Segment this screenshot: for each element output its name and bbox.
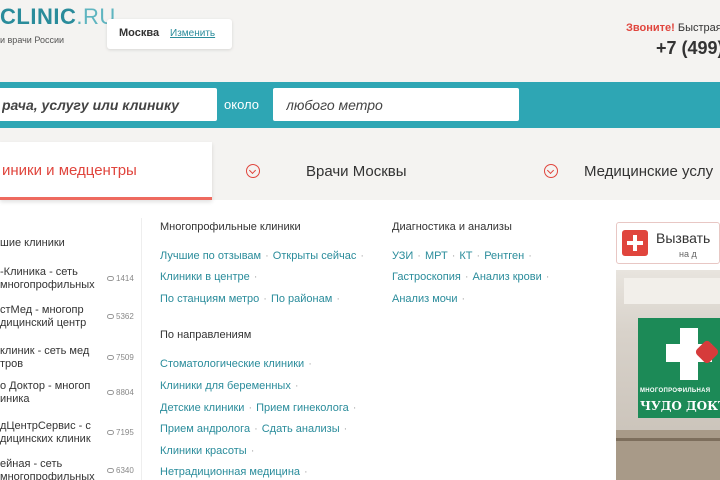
review-count: 8804 [107,388,134,397]
change-city-link[interactable]: Изменить [170,28,215,39]
link-by-metro[interactable]: По станциям метро [160,293,259,305]
tab-clinics-label: иники и медцентры [2,162,137,179]
call-doctor-sublabel: на д [679,249,697,259]
link-xray[interactable]: Рентген [484,250,524,262]
link-ultrasound[interactable]: УЗИ [392,250,413,262]
link-pregnancy[interactable]: Клиники для беременных [160,380,291,392]
plus-icon [622,230,648,256]
clinic-ad-banner[interactable]: МНОГОПРОФИЛЬНАЯ ЧУДО ДОКТ [616,270,720,480]
search-input[interactable] [0,88,217,121]
list-item[interactable]: дЦентрСервис - с дицинских клиник 7195 [0,420,141,456]
link-gynecologist[interactable]: Прием гинеколога [256,402,349,414]
clinic-name: о Доктор - многоп иника [0,380,91,405]
section-title-multi: Многопрофильные клиники [160,221,301,233]
links-row: Прием андролога · Сдать анализы · [160,423,348,435]
top-clinics-title: шие клиники [0,237,65,249]
category-tabs: иники и медцентры Врачи Москвы Медицинск… [0,128,720,200]
comment-icon [107,314,114,320]
links-row: Клиники в центре · [160,271,258,283]
tab-doctors-label: Врачи Москвы [306,163,407,180]
link-open-now[interactable]: Открыты сейчас [273,250,357,262]
link-best-reviews[interactable]: Лучшие по отзывам [160,250,261,262]
review-count: 6340 [107,466,134,475]
section-title-diagnostics: Диагностика и анализы [392,221,512,233]
logo-text-bold: CLINIC [0,4,77,29]
clinic-name: -Клиника - сеть многопрофильных кл [0,266,95,291]
link-by-district[interactable]: По районам [271,293,332,305]
list-item[interactable]: о Доктор - многоп иника 8804 [0,380,141,416]
call-label: Звоните! [626,22,675,34]
sign-brand: ЧУДО ДОКТ [640,399,720,413]
call-doctor-label: Вызвать [656,230,711,246]
links-row: Стоматологические клиники · [160,358,312,370]
list-item[interactable]: ейная - сеть многопрофильных к 6340 [0,458,141,480]
links-row: По станциям метро · По районам · [160,293,340,305]
site-header: CLINIC.RU и врачи России Москва Изменить… [0,0,720,82]
clinic-name: стМед - многопр дицинский центр [0,304,87,329]
ad-background-window [624,278,720,304]
tab-doctors[interactable]: Врачи Москвы [244,142,444,200]
search-bar: около [0,82,720,128]
ad-floor [616,430,720,480]
clinic-name: дЦентрСервис - с дицинских клиник [0,420,91,445]
tab-services[interactable]: Медицинские услу [544,142,720,200]
links-row: Лучшие по отзывам · Открыты сейчас · [160,250,365,262]
clinic-name: ейная - сеть многопрофильных к [0,458,95,480]
link-beauty[interactable]: Клиники красоты [160,445,247,457]
city-selector: Москва Изменить [107,19,232,49]
link-blood-test[interactable]: Анализ крови [473,271,542,283]
chevron-down-icon [544,164,558,178]
link-dental[interactable]: Стоматологические клиники [160,358,304,370]
link-urine-test[interactable]: Анализ мочи [392,293,458,305]
link-gastroscopy[interactable]: Гастроскопия [392,271,461,283]
comment-icon [107,390,114,396]
logo-tagline: и врачи России [0,35,65,45]
clinic-name: клиник - сеть мед тров [0,345,90,370]
tab-clinics[interactable]: иники и медцентры [0,142,212,200]
review-count: 5362 [107,312,134,321]
sign-label: МНОГОПРОФИЛЬНАЯ [640,388,711,394]
links-row: Детские клиники · Прием гинеколога · [160,402,357,414]
review-count: 7509 [107,353,134,362]
list-item[interactable]: стМед - многопр дицинский центр 5362 [0,304,141,340]
call-prompt: Звоните! Быстрая [626,22,720,34]
near-label: около [224,97,259,112]
phone-number[interactable]: +7 (499) [656,38,720,59]
list-item[interactable]: -Клиника - сеть многопрофильных кл 1414 [0,266,141,302]
list-item[interactable]: клиник - сеть мед тров 7509 [0,345,141,381]
metro-input[interactable] [273,88,519,121]
comment-icon [107,468,114,474]
link-children[interactable]: Детские клиники [160,402,244,414]
links-row: УЗИ · МРТ · КТ · Рентген · [392,250,532,262]
comment-icon [107,276,114,282]
links-row: Анализ мочи · [392,293,466,305]
links-row: Гастроскопия · Анализ крови · [392,271,550,283]
site-logo[interactable]: CLINIC.RU [0,4,116,30]
review-count: 7195 [107,428,134,437]
tab-services-label: Медицинские услу [584,163,714,180]
call-rest-label: Быстрая [677,22,720,34]
link-alternative[interactable]: Нетрадиционная медицина [160,466,300,478]
top-clinics-list: шие клиники -Клиника - сеть многопрофиль… [0,218,142,480]
comment-icon [107,430,114,436]
current-city: Москва [119,27,160,39]
link-ct[interactable]: КТ [459,250,472,262]
links-row: Нетрадиционная медицина · [160,466,308,478]
review-count: 1414 [107,274,134,283]
link-andrologist[interactable]: Прием андролога [160,423,250,435]
links-row: Клиники для беременных · [160,380,299,392]
comment-icon [107,355,114,361]
link-center-clinics[interactable]: Клиники в центре [160,271,250,283]
section-title-directions: По направлениям [160,329,252,341]
chevron-down-icon [246,164,260,178]
call-doctor-button[interactable]: Вызвать на д [616,222,720,264]
clinic-sign: МНОГОПРОФИЛЬНАЯ ЧУДО ДОКТ [638,318,720,418]
link-tests[interactable]: Сдать анализы [262,423,340,435]
links-row: Клиники красоты · [160,445,255,457]
link-mri[interactable]: МРТ [425,250,448,262]
